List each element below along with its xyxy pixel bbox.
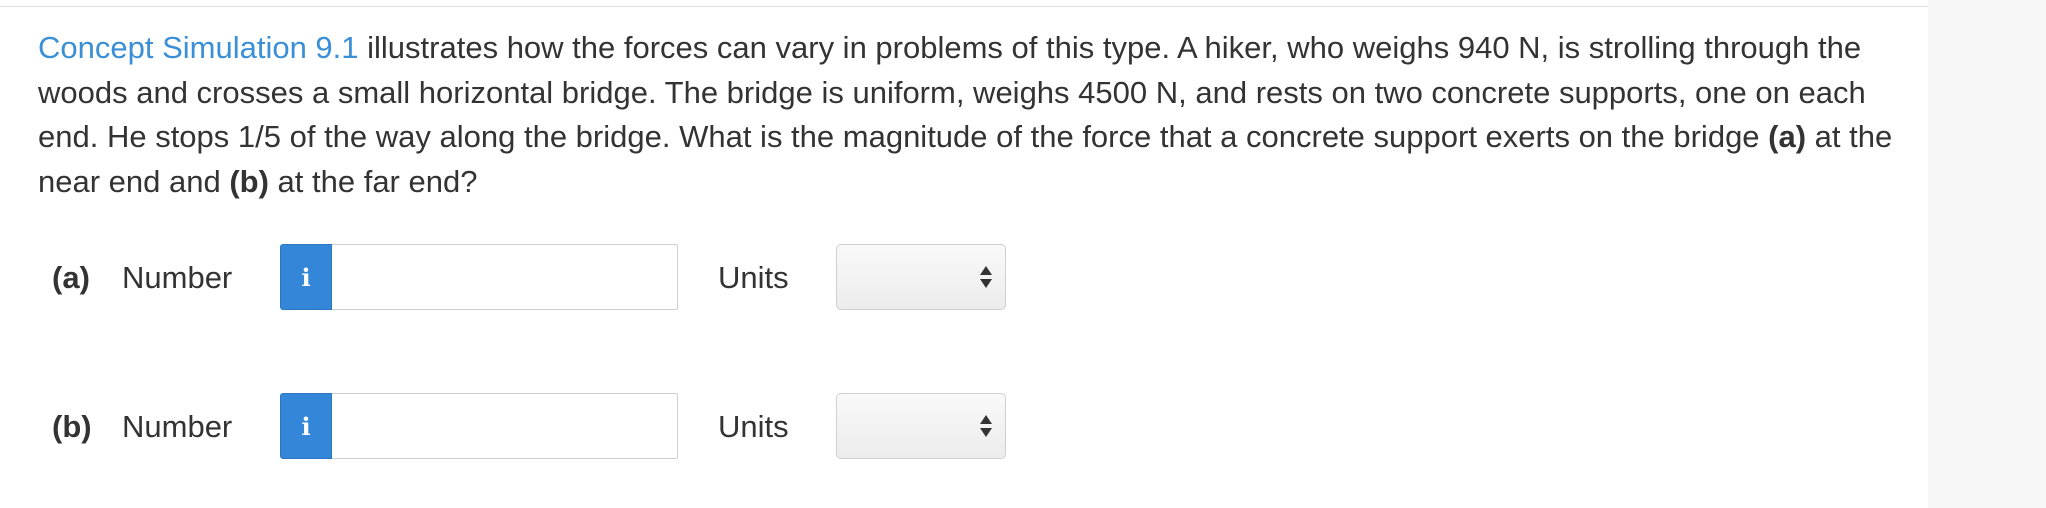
- up-down-arrows-icon: [980, 415, 992, 437]
- divider: [0, 6, 1928, 7]
- info-icon-glyph: i: [301, 262, 311, 292]
- number-input-b[interactable]: [332, 393, 678, 459]
- info-icon[interactable]: i: [280, 244, 332, 310]
- info-icon[interactable]: i: [280, 393, 332, 459]
- number-label-a: Number: [122, 260, 233, 295]
- question-text-part-3: at the far end?: [268, 163, 478, 199]
- units-label-a: Units: [718, 260, 789, 295]
- units-select-a[interactable]: [836, 244, 1006, 310]
- question-part-a-marker: (a): [1768, 119, 1807, 154]
- answer-row-b: (b) Number i Units: [0, 393, 1100, 461]
- number-label-b: Number: [122, 409, 233, 444]
- number-input-a[interactable]: [332, 244, 678, 310]
- part-b-label: (b): [52, 409, 92, 444]
- units-label-b: Units: [718, 409, 789, 444]
- units-select-b[interactable]: [836, 393, 1006, 459]
- question-part-b-marker: (b): [229, 163, 269, 199]
- question-text: Concept Simulation 9.1 illustrates how t…: [38, 26, 1898, 204]
- part-a-label: (a): [52, 260, 90, 295]
- up-down-arrows-icon: [980, 266, 992, 288]
- info-icon-glyph: i: [301, 411, 311, 441]
- answer-row-a: (a) Number i Units: [0, 244, 1100, 312]
- question-card: Concept Simulation 9.1 illustrates how t…: [0, 0, 1928, 508]
- concept-simulation-link[interactable]: Concept Simulation 9.1: [38, 30, 359, 65]
